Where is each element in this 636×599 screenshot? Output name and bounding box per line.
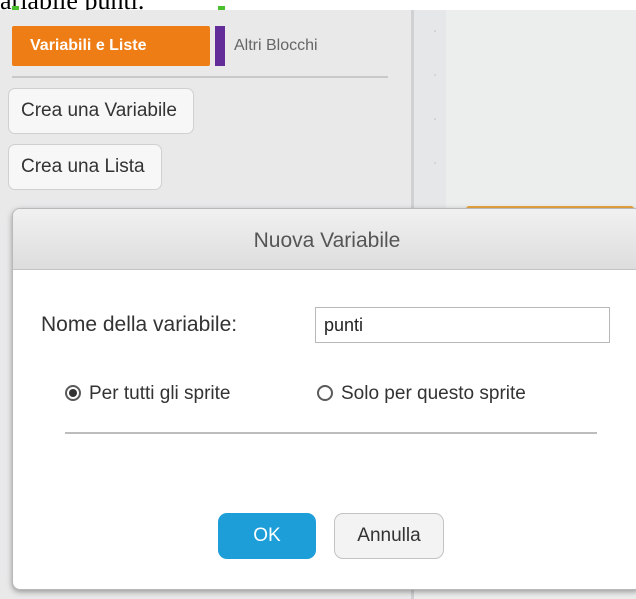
category-tab-variables[interactable]: Variabili e Liste [12, 26, 210, 66]
palette-divider [12, 76, 388, 78]
grid-dot [434, 74, 436, 76]
category-color-bar-more-blocks [215, 26, 225, 66]
grid-dot [434, 30, 436, 32]
variable-name-input[interactable] [315, 307, 610, 343]
ok-button[interactable]: OK [218, 513, 316, 559]
new-variable-dialog: Nuova Variabile Nome della variabile: Pe… [12, 208, 636, 590]
dialog-title: Nuova Variabile [13, 209, 636, 270]
radio-all-sprites[interactable] [65, 385, 81, 401]
category-tab-more-blocks[interactable]: Altri Blocchi [234, 26, 318, 66]
make-list-button[interactable]: Crea una Lista [8, 144, 162, 190]
grid-dot [434, 162, 436, 164]
radio-this-sprite-only[interactable] [317, 385, 333, 401]
category-tick [12, 6, 19, 10]
radio-all-sprites-label[interactable]: Per tutti gli sprite [89, 383, 231, 405]
variable-name-label: Nome della variabile: [41, 313, 238, 336]
make-variable-button[interactable]: Crea una Variabile [8, 88, 194, 134]
scripts-canvas-grid [414, 10, 446, 208]
dialog-separator [65, 432, 597, 434]
grid-dot [434, 118, 436, 120]
category-tick [218, 6, 225, 10]
radio-this-sprite-only-label[interactable]: Solo per questo sprite [341, 383, 526, 405]
cancel-button[interactable]: Annulla [334, 513, 444, 559]
